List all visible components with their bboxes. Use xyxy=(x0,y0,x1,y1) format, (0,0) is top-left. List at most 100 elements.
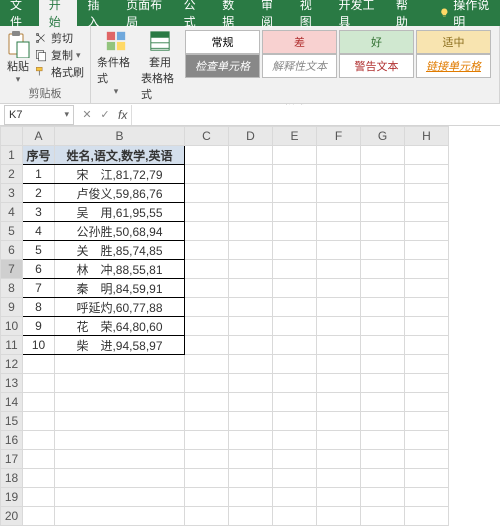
cell-B5[interactable]: 公孙胜,50,68,94 xyxy=(55,222,185,241)
cell-E2[interactable] xyxy=(273,165,317,184)
conditional-format-button[interactable]: 条件格式 ▾ xyxy=(97,30,135,102)
cell-D10[interactable] xyxy=(229,317,273,336)
name-box-dropdown[interactable]: ▾ xyxy=(64,109,69,120)
cell-G16[interactable] xyxy=(361,431,405,450)
cell-D4[interactable] xyxy=(229,203,273,222)
cell-A7[interactable]: 6 xyxy=(23,260,55,279)
cell-H14[interactable] xyxy=(405,393,449,412)
cell-E19[interactable] xyxy=(273,488,317,507)
cell-D7[interactable] xyxy=(229,260,273,279)
cell-D12[interactable] xyxy=(229,355,273,374)
spreadsheet-grid[interactable]: ABCDEFGH 1序号姓名,语文,数学,英语21宋 江,81,72,7932卢… xyxy=(0,126,500,526)
cell-G5[interactable] xyxy=(361,222,405,241)
cell-style-bad[interactable]: 差 xyxy=(262,30,337,54)
cell-H9[interactable] xyxy=(405,298,449,317)
cell-H17[interactable] xyxy=(405,450,449,469)
cell-G9[interactable] xyxy=(361,298,405,317)
menu-data[interactable]: 数据 xyxy=(212,0,251,26)
cell-D2[interactable] xyxy=(229,165,273,184)
cell-H8[interactable] xyxy=(405,279,449,298)
cell-G15[interactable] xyxy=(361,412,405,431)
col-header-F[interactable]: F xyxy=(317,127,361,146)
cell-C5[interactable] xyxy=(185,222,229,241)
cell-F2[interactable] xyxy=(317,165,361,184)
cell-A13[interactable] xyxy=(23,374,55,393)
cell-G8[interactable] xyxy=(361,279,405,298)
cell-A10[interactable]: 9 xyxy=(23,317,55,336)
row-header-3[interactable]: 3 xyxy=(1,184,23,203)
cell-G6[interactable] xyxy=(361,241,405,260)
cell-C11[interactable] xyxy=(185,336,229,355)
row-header-16[interactable]: 16 xyxy=(1,431,23,450)
row-header-13[interactable]: 13 xyxy=(1,374,23,393)
cell-style-check[interactable]: 检查单元格 xyxy=(185,54,260,78)
cell-G4[interactable] xyxy=(361,203,405,222)
cell-F14[interactable] xyxy=(317,393,361,412)
cell-F17[interactable] xyxy=(317,450,361,469)
cell-F16[interactable] xyxy=(317,431,361,450)
cell-E14[interactable] xyxy=(273,393,317,412)
menu-help[interactable]: 帮助 xyxy=(386,0,425,26)
cell-A2[interactable]: 1 xyxy=(23,165,55,184)
row-header-10[interactable]: 10 xyxy=(1,317,23,336)
row-header-5[interactable]: 5 xyxy=(1,222,23,241)
col-header-D[interactable]: D xyxy=(229,127,273,146)
cell-E4[interactable] xyxy=(273,203,317,222)
cell-G14[interactable] xyxy=(361,393,405,412)
cell-E18[interactable] xyxy=(273,469,317,488)
cell-C1[interactable] xyxy=(185,146,229,165)
cell-C17[interactable] xyxy=(185,450,229,469)
cell-style-normal[interactable]: 常规 xyxy=(185,30,260,54)
cell-C19[interactable] xyxy=(185,488,229,507)
name-box[interactable]: K7 ▾ xyxy=(4,105,74,125)
cell-D16[interactable] xyxy=(229,431,273,450)
cell-H3[interactable] xyxy=(405,184,449,203)
row-header-18[interactable]: 18 xyxy=(1,469,23,488)
cut-button[interactable]: 剪切 xyxy=(34,30,84,46)
cell-B8[interactable]: 秦 明,84,59,91 xyxy=(55,279,185,298)
cell-G12[interactable] xyxy=(361,355,405,374)
row-header-6[interactable]: 6 xyxy=(1,241,23,260)
cell-G13[interactable] xyxy=(361,374,405,393)
cell-style-warn[interactable]: 警告文本 xyxy=(339,54,414,78)
cell-A17[interactable] xyxy=(23,450,55,469)
cell-C13[interactable] xyxy=(185,374,229,393)
cell-B14[interactable] xyxy=(55,393,185,412)
row-header-2[interactable]: 2 xyxy=(1,165,23,184)
menu-view[interactable]: 视图 xyxy=(290,0,329,26)
menu-formulas[interactable]: 公式 xyxy=(174,0,213,26)
cell-F8[interactable] xyxy=(317,279,361,298)
cell-H10[interactable] xyxy=(405,317,449,336)
cell-G2[interactable] xyxy=(361,165,405,184)
cell-B6[interactable]: 关 胜,85,74,85 xyxy=(55,241,185,260)
cell-H11[interactable] xyxy=(405,336,449,355)
cell-H12[interactable] xyxy=(405,355,449,374)
cell-B7[interactable]: 林 冲,88,55,81 xyxy=(55,260,185,279)
cell-D15[interactable] xyxy=(229,412,273,431)
cell-D17[interactable] xyxy=(229,450,273,469)
cell-A8[interactable]: 7 xyxy=(23,279,55,298)
cell-A6[interactable]: 5 xyxy=(23,241,55,260)
cell-F18[interactable] xyxy=(317,469,361,488)
cell-H19[interactable] xyxy=(405,488,449,507)
cell-G11[interactable] xyxy=(361,336,405,355)
cell-D9[interactable] xyxy=(229,298,273,317)
cell-D3[interactable] xyxy=(229,184,273,203)
col-header-E[interactable]: E xyxy=(273,127,317,146)
cell-E6[interactable] xyxy=(273,241,317,260)
format-painter-button[interactable]: 格式刷 xyxy=(34,64,84,80)
cell-E5[interactable] xyxy=(273,222,317,241)
cell-B9[interactable]: 呼延灼,60,77,88 xyxy=(55,298,185,317)
formula-input[interactable] xyxy=(131,105,500,125)
cell-G10[interactable] xyxy=(361,317,405,336)
cell-A14[interactable] xyxy=(23,393,55,412)
col-header-H[interactable]: H xyxy=(405,127,449,146)
cell-C15[interactable] xyxy=(185,412,229,431)
cell-E9[interactable] xyxy=(273,298,317,317)
select-all-corner[interactable] xyxy=(1,127,23,146)
menu-insert[interactable]: 插入 xyxy=(77,0,116,26)
cell-E12[interactable] xyxy=(273,355,317,374)
cell-E16[interactable] xyxy=(273,431,317,450)
table-format-button[interactable]: 套用 表格格式 xyxy=(141,30,179,102)
cell-E11[interactable] xyxy=(273,336,317,355)
